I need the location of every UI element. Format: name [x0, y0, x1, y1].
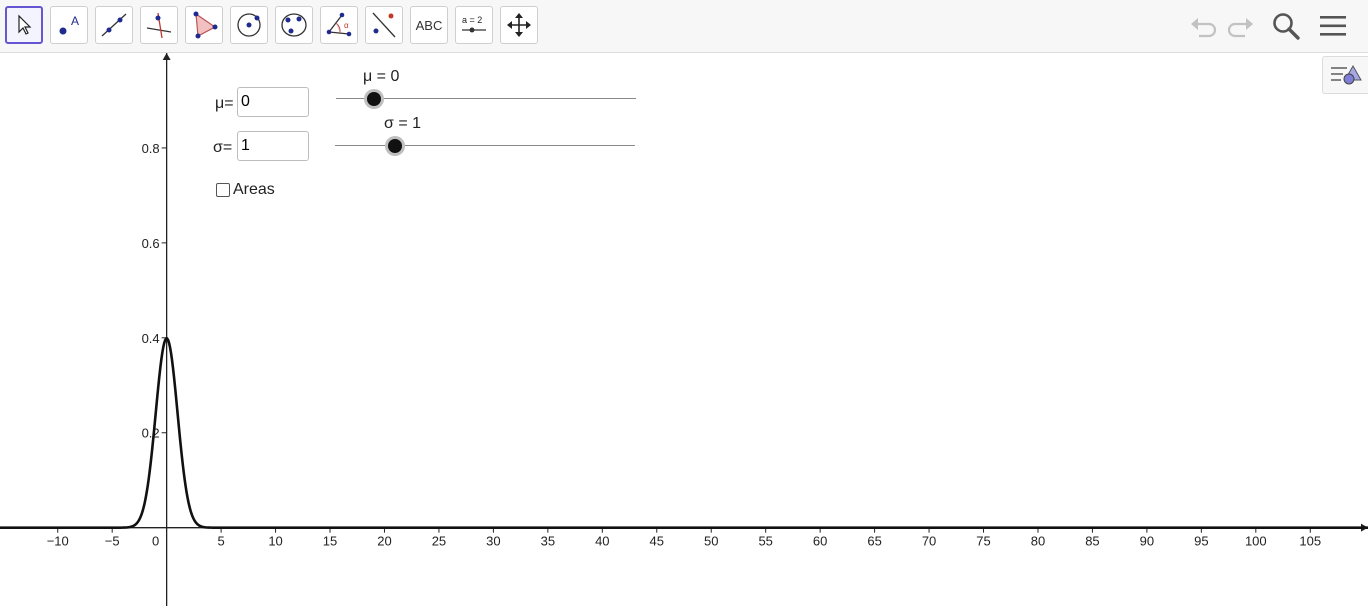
perpendicular-icon: [146, 12, 172, 39]
menu-button[interactable]: [1315, 8, 1351, 44]
x-tick-label: 40: [595, 534, 609, 549]
svg-text:a = 2: a = 2: [462, 15, 482, 25]
sigma-label: σ=: [213, 139, 233, 156]
y-tick-label: 0.6: [142, 236, 160, 251]
search-button[interactable]: [1268, 8, 1304, 44]
normal-distribution-curve[interactable]: [0, 337, 1368, 529]
line-tool[interactable]: [95, 6, 133, 44]
x-tick-label: 45: [650, 534, 664, 549]
x-tick-label: 50: [704, 534, 718, 549]
toolbar: A α ABC a = 2: [0, 0, 1368, 53]
circle-center-icon: [237, 13, 261, 37]
x-tick-label: −5: [105, 534, 120, 549]
undo-button[interactable]: [1186, 8, 1222, 44]
mu-input[interactable]: [237, 87, 309, 117]
x-tick-label: 105: [1299, 534, 1321, 549]
search-icon: [1273, 13, 1300, 40]
redo-button[interactable]: [1222, 8, 1258, 44]
y-axis-arrow: [162, 53, 171, 60]
svg-text:α: α: [344, 21, 349, 30]
circle-tool[interactable]: [230, 6, 268, 44]
reflect-icon: [372, 12, 396, 38]
x-tick-label: 80: [1031, 534, 1045, 549]
x-tick-label: 20: [377, 534, 391, 549]
x-tick-label: 30: [486, 534, 500, 549]
sigma-input[interactable]: [237, 131, 309, 161]
y-tick-label: 0.8: [142, 141, 160, 156]
x-axis-ticks: −10 −5 0 5 10 15 20 25 30 35 40 45 50 55 60 65 70 75 80 85 9…: [47, 527, 1321, 549]
x-tick-label: 75: [976, 534, 990, 549]
x-tick-label: 5: [217, 534, 224, 549]
polygon-icon: [193, 11, 218, 39]
text-tool[interactable]: ABC: [410, 6, 448, 44]
x-tick-label: 25: [432, 534, 446, 549]
conic-tool[interactable]: [275, 6, 313, 44]
redo-icon: [1227, 18, 1253, 38]
graphics-view[interactable]: −10 −5 0 5 10 15 20 25 30 35 40 45 50 55 60 65 70 75 80 85 9…: [0, 53, 1368, 606]
slider-tool[interactable]: a = 2: [455, 6, 493, 44]
x-tick-label: 15: [323, 534, 337, 549]
slider-icon: a = 2: [462, 15, 486, 33]
x-tick-label: 100: [1245, 534, 1267, 549]
move-graphics-view-tool[interactable]: [500, 6, 538, 44]
menu-icon: [1320, 16, 1346, 36]
reflect-tool[interactable]: [365, 6, 403, 44]
mu-slider-track[interactable]: [336, 98, 636, 99]
y-tick-label: 0.4: [142, 331, 160, 346]
polygon-tool[interactable]: [185, 6, 223, 44]
x-tick-label: 85: [1085, 534, 1099, 549]
areas-label: Areas: [233, 181, 275, 198]
undo-icon: [1191, 18, 1217, 38]
line-icon: [101, 13, 127, 37]
conic-icon: [281, 13, 307, 37]
y-axis-ticks: 0.2 0.4 0.6 0.8: [142, 141, 167, 441]
text-icon: ABC: [415, 17, 443, 33]
perpendicular-line-tool[interactable]: [140, 6, 178, 44]
angle-tool[interactable]: α: [320, 6, 358, 44]
x-tick-label: 90: [1140, 534, 1154, 549]
sigma-slider-caption: σ = 1: [384, 115, 422, 132]
areas-checkbox[interactable]: [216, 183, 230, 197]
point-icon: A: [59, 14, 79, 35]
y-tick-label: 0.2: [142, 426, 160, 441]
x-tick-label: 10: [268, 534, 282, 549]
mu-label: μ=: [215, 95, 234, 112]
x-tick-label: 65: [867, 534, 881, 549]
sigma-slider-track[interactable]: [335, 145, 635, 146]
x-tick-label: 60: [813, 534, 827, 549]
x-tick-label: 70: [922, 534, 936, 549]
move-tool[interactable]: [5, 6, 43, 44]
move-arrows-icon: [507, 13, 531, 37]
cursor-arrow-icon: [18, 14, 32, 35]
mu-slider-caption: μ = 0: [363, 68, 400, 85]
point-tool[interactable]: A: [50, 6, 88, 44]
sigma-slider-knob[interactable]: [388, 139, 402, 153]
x-tick-label: −10: [47, 534, 69, 549]
x-tick-label: 0: [152, 534, 159, 549]
svg-text:A: A: [71, 14, 79, 28]
x-tick-label: 55: [758, 534, 772, 549]
x-tick-label: 35: [541, 534, 555, 549]
angle-icon: α: [326, 12, 352, 37]
x-tick-label: 95: [1194, 534, 1208, 549]
mu-slider-knob[interactable]: [367, 92, 381, 106]
